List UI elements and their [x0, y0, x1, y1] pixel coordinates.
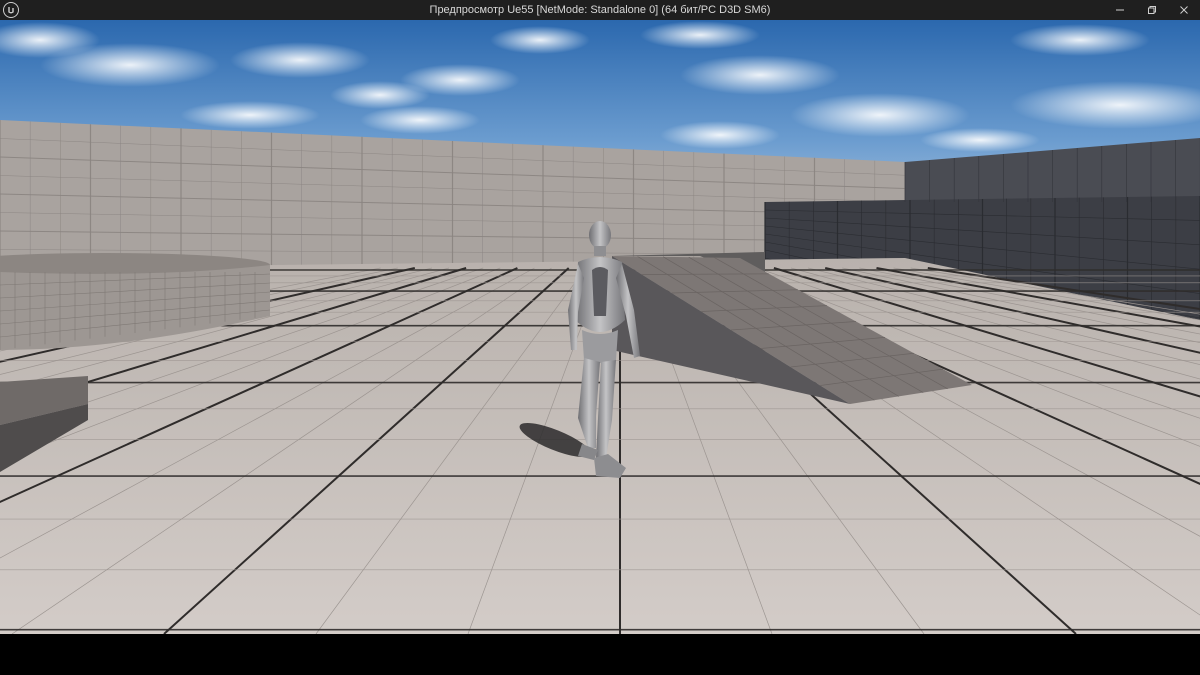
bottom-letterbox [0, 634, 1200, 675]
window-controls [1104, 0, 1200, 20]
minimize-button[interactable] [1104, 0, 1136, 20]
game-viewport[interactable] [0, 20, 1200, 634]
close-button[interactable] [1168, 0, 1200, 20]
scene-canvas [0, 20, 1200, 634]
unreal-engine-logo-icon [3, 2, 19, 18]
close-icon [1180, 6, 1188, 14]
minimize-icon [1116, 9, 1124, 11]
window-title: Предпросмотр Ue55 [NetMode: Standalone 0… [429, 4, 771, 16]
restore-button[interactable] [1136, 0, 1168, 20]
restore-icon [1148, 6, 1156, 14]
window-titlebar[interactable]: Предпросмотр Ue55 [NetMode: Standalone 0… [0, 0, 1200, 20]
